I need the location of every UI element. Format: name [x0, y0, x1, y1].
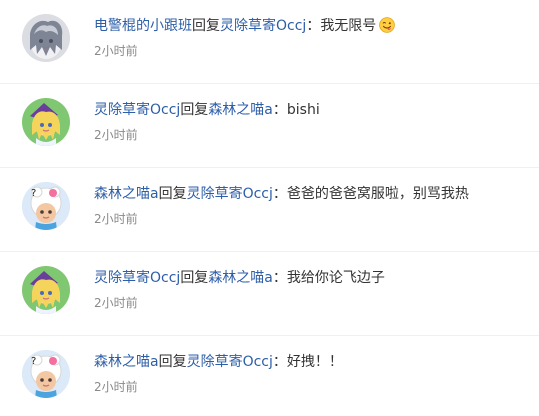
reply-action-text: 回复: [158, 354, 187, 370]
svg-text:?: ?: [31, 188, 36, 199]
reply-target-link[interactable]: 灵除草寄Occj: [220, 18, 306, 34]
reply-action-text: 回复: [192, 18, 220, 34]
reply-separator: ：: [272, 186, 287, 202]
svg-text:?: ?: [31, 356, 36, 367]
avatar-hello-kitty-costume-icon: ?: [22, 182, 70, 230]
avatar[interactable]: [22, 266, 70, 314]
comment-line: 灵除草寄Occj回复森林之喵a：bishi: [94, 100, 320, 120]
comment-content: 森林之喵a回复灵除草寄Occj：爸爸的爸爸窝服啦，别骂我热 2小时前: [94, 182, 469, 228]
reply-separator: ：: [272, 354, 287, 370]
reply-target-link[interactable]: 森林之喵a: [208, 102, 273, 118]
reply-action-text: 回复: [158, 186, 187, 202]
avatar-blonde-witch-icon: [22, 266, 70, 314]
comment-author-link[interactable]: 电警棍的小跟班: [94, 18, 192, 34]
reply-target-link[interactable]: 灵除草寄Occj: [187, 354, 273, 370]
comment-timestamp: 2小时前: [94, 212, 138, 226]
avatar-hello-kitty-costume-icon: ?: [22, 350, 70, 398]
comment-item-5: ? 森林之喵a回复灵除草寄Occj：好拽！！ 2小时前: [0, 336, 539, 416]
reply-separator: ：: [306, 18, 321, 34]
reply-action-text: 回复: [180, 102, 209, 118]
comment-author-link[interactable]: 森林之喵a: [94, 354, 159, 370]
comment-content: 灵除草寄Occj回复森林之喵a：我给你论飞边子 2小时前: [94, 266, 385, 312]
winking-face-emoji-icon: [379, 17, 396, 33]
comment-item-3: ? 森林之喵a回复灵除草寄Occj：爸爸的爸爸窝服啦，别骂我热 2小时前: [0, 168, 539, 252]
comment-content: 森林之喵a回复灵除草寄Occj：好拽！！ 2小时前: [94, 350, 343, 396]
comment-line: 电警棍的小跟班回复灵除草寄Occj：我无限号: [94, 16, 396, 36]
comment-timestamp: 2小时前: [94, 296, 138, 310]
comment-author-link[interactable]: 灵除草寄Occj: [94, 102, 180, 118]
comment-message: bishi: [286, 102, 320, 118]
reply-action-text: 回复: [180, 270, 209, 286]
reply-target-link[interactable]: 灵除草寄Occj: [187, 186, 273, 202]
reply-target-link[interactable]: 森林之喵a: [208, 270, 273, 286]
comment-line: 森林之喵a回复灵除草寄Occj：好拽！！: [94, 352, 343, 372]
comment-author-link[interactable]: 森林之喵a: [94, 186, 159, 202]
avatar[interactable]: ?: [22, 350, 70, 398]
comment-list: 电警棍的小跟班回复灵除草寄Occj：我无限号 2小时前 灵除草寄Occj回复森林…: [0, 0, 539, 416]
comment-timestamp: 2小时前: [94, 380, 138, 394]
avatar[interactable]: [22, 98, 70, 146]
comment-line: 灵除草寄Occj回复森林之喵a：我给你论飞边子: [94, 268, 385, 288]
comment-content: 电警棍的小跟班回复灵除草寄Occj：我无限号 2小时前: [94, 14, 396, 60]
comment-item-4: 灵除草寄Occj回复森林之喵a：我给你论飞边子 2小时前: [0, 252, 539, 336]
comment-message: 我给你论飞边子: [286, 270, 385, 286]
reply-separator: ：: [272, 102, 287, 118]
comment-message: 爸爸的爸爸窝服啦，别骂我热: [286, 186, 469, 202]
avatar[interactable]: ?: [22, 182, 70, 230]
comment-content: 灵除草寄Occj回复森林之喵a：bishi 2小时前: [94, 98, 320, 144]
avatar-white-hair-anime-icon: [22, 14, 70, 62]
comment-timestamp: 2小时前: [94, 128, 138, 142]
comment-item-2: 灵除草寄Occj回复森林之喵a：bishi 2小时前: [0, 84, 539, 168]
avatar[interactable]: [22, 14, 70, 62]
comment-message: 好拽！！: [286, 354, 343, 370]
comment-message: 我无限号: [320, 18, 377, 34]
comment-timestamp: 2小时前: [94, 44, 138, 58]
comment-line: 森林之喵a回复灵除草寄Occj：爸爸的爸爸窝服啦，别骂我热: [94, 184, 469, 204]
comment-author-link[interactable]: 灵除草寄Occj: [94, 270, 180, 286]
avatar-blonde-witch-icon: [22, 98, 70, 146]
comment-item-1: 电警棍的小跟班回复灵除草寄Occj：我无限号 2小时前: [0, 0, 539, 84]
reply-separator: ：: [272, 270, 287, 286]
